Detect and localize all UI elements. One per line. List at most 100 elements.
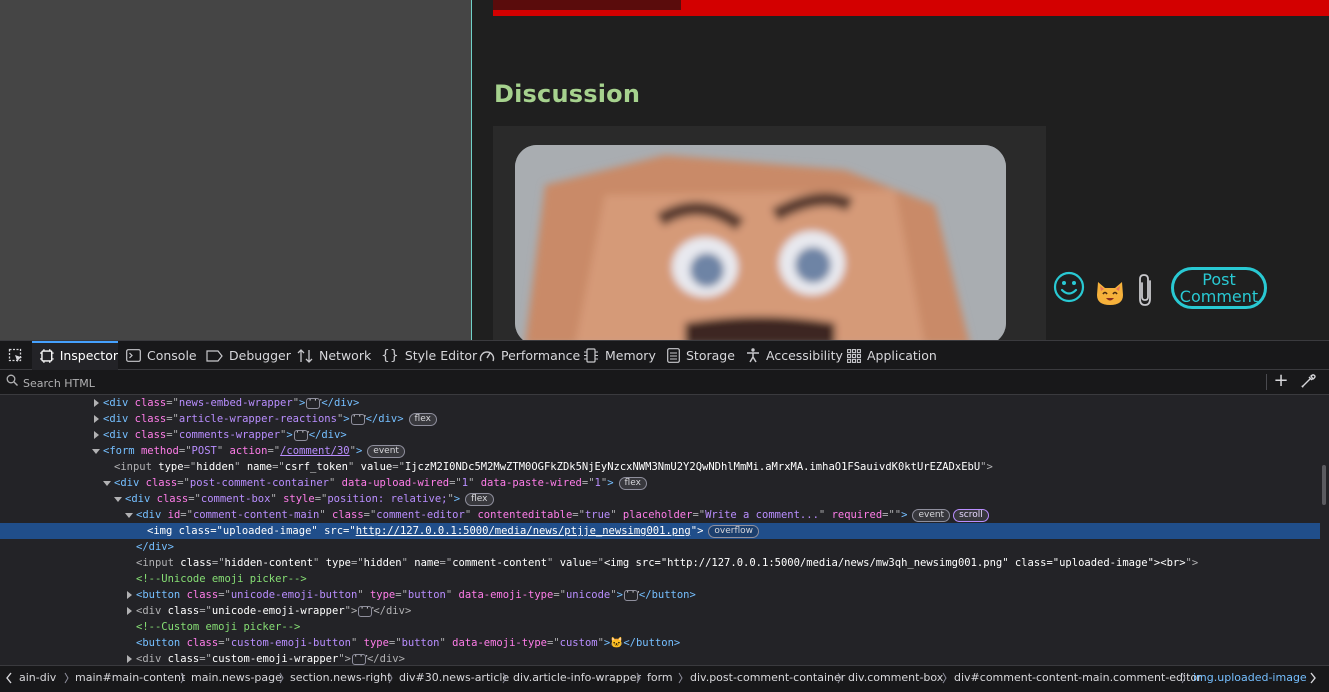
flex-badge[interactable]: flex [408,412,437,426]
flex-badge[interactable]: flex [465,492,494,506]
element-picker-icon [8,348,22,362]
event-badge[interactable]: event [367,444,405,458]
debugger-icon [206,349,223,362]
markup-node[interactable]: <button class="custom-emoji-button" type… [0,635,1320,651]
search-html-input[interactable] [21,373,1225,393]
collapsed-ellipsis[interactable]: ··· [358,604,376,617]
breadcrumb-item[interactable]: div.post-comment-container [690,671,845,684]
scroll-right-icon[interactable] [1308,670,1318,686]
markup-node[interactable]: <div class="article-wrapper-reactions"> ·… [0,411,1320,427]
markup-scrollbar[interactable] [1322,465,1326,505]
tab-style-editor[interactable]: {} Style Editor [381,341,477,370]
tab-label: Debugger [229,348,291,363]
expand-arrow-icon[interactable] [127,607,132,615]
style-editor-icon: {} [381,347,399,364]
markup-node[interactable]: <div class="post-comment-container" data… [0,475,1320,491]
tab-label: Memory [605,348,656,363]
markup-node-selected[interactable]: <img class="uploaded-image" src="http://… [0,523,1320,539]
breadcrumb-separator [942,672,947,684]
breadcrumb-item[interactable]: div.article-info-wrapper [513,671,641,684]
accessibility-icon [747,348,759,363]
markup-node[interactable]: <div id="comment-content-main" class="co… [0,507,1320,523]
markup-node[interactable]: <div class="news-embed-wrapper"> ···</div… [0,395,1320,411]
breadcrumb-item[interactable]: section.news-right [290,671,391,684]
collapse-arrow-icon[interactable] [114,497,122,502]
collapse-arrow-icon[interactable] [125,513,133,518]
tab-storage[interactable]: Storage [667,341,735,370]
breadcrumb-separator [279,672,284,684]
collapsed-ellipsis[interactable]: ··· [623,588,641,601]
markup-node[interactable]: <button class="unicode-emoji-button" typ… [0,587,1320,603]
markup-node[interactable]: <div class="unicode-emoji-wrapper"> ···</… [0,603,1320,619]
column-divider [471,0,472,340]
element-picker-button[interactable] [0,341,31,370]
breadcrumb-separator [678,672,683,684]
breadcrumb-item[interactable]: div#30.news-article [399,671,509,684]
post-comment-button[interactable]: Post Comment [1171,267,1267,309]
paperclip-icon [1139,274,1151,306]
tab-performance[interactable]: Performance [479,341,580,370]
expand-arrow-icon[interactable] [94,431,99,439]
cat-face-icon [1097,282,1123,305]
application-icon [847,348,861,363]
breadcrumb-item-current[interactable]: img.uploaded-image [1193,671,1307,684]
flex-badge[interactable]: flex [618,476,647,490]
tab-application[interactable]: Application [847,341,937,370]
tab-network[interactable]: Network [297,341,371,370]
markup-node[interactable]: </div> [0,539,1320,555]
scroll-badge[interactable]: scroll [953,508,989,522]
unicode-emoji-button[interactable] [1053,271,1085,303]
markup-tree: <div class="news-embed-wrapper"> ···</div… [0,395,1329,665]
console-icon [126,349,141,362]
breadcrumb-item[interactable]: div.comment-box [848,671,943,684]
expand-arrow-icon[interactable] [94,399,99,407]
breadcrumb-item[interactable]: main.news-page [191,671,282,684]
markup-node[interactable]: <div class="comments-wrapper"> ···</div> [0,427,1320,443]
smile-icon [1053,271,1085,303]
tab-inspector[interactable]: Inspector [32,341,118,370]
custom-emoji-button[interactable] [1095,279,1125,307]
tab-label: Style Editor [404,348,478,363]
expand-arrow-icon[interactable] [127,655,132,663]
collapsed-ellipsis[interactable]: ··· [350,412,368,425]
collapse-arrow-icon[interactable] [92,449,100,454]
tab-label: Accessibility [766,348,843,363]
scroll-left-icon[interactable] [4,670,14,686]
collapsed-ellipsis[interactable]: ··· [306,396,324,409]
collapsed-ellipsis[interactable]: ··· [351,652,369,665]
memory-icon [584,348,598,363]
breadcrumb: ain-div main#main-content main.news-page… [0,665,1329,692]
breadcrumb-item[interactable]: main#main-content [75,671,185,684]
expand-arrow-icon[interactable] [127,591,132,599]
tab-console[interactable]: Console [126,341,197,370]
inspector-search-bar: + [0,370,1329,395]
discussion-heading: Discussion [494,80,641,108]
eyedropper-icon[interactable] [1300,373,1316,389]
tab-memory[interactable]: Memory [583,341,656,370]
plus-icon: + [1273,370,1289,391]
overflow-badge[interactable]: overflow [708,524,759,538]
devtools-toolbar: Inspector Console Debugger Network {} St… [0,340,1329,370]
attach-button[interactable] [1135,272,1157,308]
tab-accessibility[interactable]: Accessibility [746,341,843,370]
tab-label: Application [867,348,937,363]
tab-debugger[interactable]: Debugger [206,341,291,370]
markup-node[interactable]: <input type="hidden" name="csrf_token" v… [0,459,1320,475]
breadcrumb-item[interactable]: div#comment-content-main.comment-editor [954,671,1202,684]
add-node-button[interactable]: + [1273,371,1289,391]
uploaded-image [515,145,1006,340]
markup-comment[interactable]: <!--Unicode emoji picker--> [0,571,1320,587]
collapsed-ellipsis[interactable]: ··· [293,428,311,441]
event-badge[interactable]: event [912,508,951,522]
markup-node[interactable]: <input class="hidden-content" type="hidd… [0,555,1320,571]
breadcrumb-separator [388,672,393,684]
breadcrumb-separator [1181,672,1186,684]
markup-node[interactable]: <div class="comment-box" style="position… [0,491,1320,507]
markup-node[interactable]: <form method="POST" action="/comment/30"… [0,443,1320,459]
markup-node[interactable]: <div class="custom-emoji-wrapper"> ···</d… [0,651,1320,665]
breadcrumb-item[interactable]: form [647,671,673,684]
markup-comment[interactable]: <!--Custom emoji picker--> [0,619,1320,635]
collapse-arrow-icon[interactable] [103,481,111,486]
expand-arrow-icon[interactable] [94,415,99,423]
breadcrumb-item[interactable]: ain-div [19,671,56,684]
